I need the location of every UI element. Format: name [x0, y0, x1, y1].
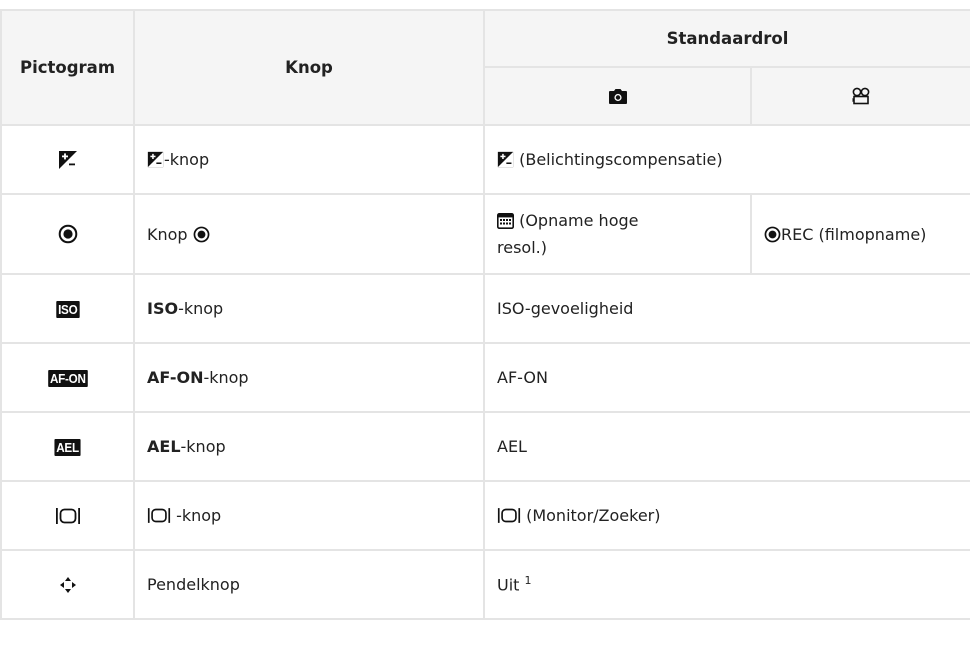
table-row: AF-ON AF-ON-knop AF-ON	[0, 342, 970, 413]
role-label: ISO-gevoeligheid	[497, 299, 634, 318]
knop-label: -knop	[180, 437, 226, 456]
role-cell: ISO-gevoeligheid	[483, 273, 970, 344]
knop-label: Pendelknop	[147, 575, 240, 594]
knop-label: -knop	[164, 150, 210, 169]
role-photo-label-2: resol.)	[497, 238, 547, 257]
monitor-viewfinder-icon	[55, 507, 80, 524]
header-standaardrol: Standaardrol	[483, 9, 970, 68]
button-function-table: Pictogram Knop Standaardrol -knop (Belic…	[0, 9, 970, 620]
high-res-shot-icon	[497, 213, 514, 229]
role-photo-label-1: (Opname hoge	[519, 211, 639, 230]
table-row: ISO ISO-knop ISO-gevoeligheid	[0, 273, 970, 344]
role-video-label: REC (filmopname)	[781, 224, 927, 244]
footnote-marker: 1	[524, 574, 532, 588]
role-cell: Uit 1	[483, 549, 970, 620]
knop-cell: -knop	[133, 480, 485, 551]
pictogram-cell	[0, 193, 135, 275]
multi-selector-icon	[59, 576, 76, 593]
knop-label: -knop	[178, 299, 224, 318]
knop-cell: ISO-knop	[133, 273, 485, 344]
role-photo-cell: (Opname hoge resol.)	[483, 193, 752, 275]
monitor-viewfinder-icon	[147, 508, 171, 523]
knop-bold: AF-ON	[147, 368, 204, 387]
role-label: Uit	[497, 575, 520, 595]
role-label: AF-ON	[497, 368, 548, 387]
knop-label: -knop	[203, 368, 249, 387]
pictogram-cell	[0, 480, 135, 551]
knop-cell: Pendelknop	[133, 549, 485, 620]
monitor-viewfinder-icon	[497, 508, 521, 523]
exposure-comp-icon	[147, 151, 164, 168]
header-photo	[483, 66, 752, 126]
exposure-comp-icon	[58, 150, 77, 169]
pictogram-cell: ISO	[0, 273, 135, 344]
role-label: (Belichtingscompensatie)	[519, 150, 723, 169]
header-pictogram: Pictogram	[0, 9, 135, 126]
video-camera-icon	[852, 87, 870, 105]
table-row: -knop (Belichtingscompensatie)	[0, 124, 970, 195]
pictogram-cell: AEL	[0, 411, 135, 482]
role-video-cell: REC (filmopname)	[750, 193, 970, 275]
knop-label: Knop	[147, 224, 188, 244]
header-video	[750, 66, 970, 126]
pictogram-cell	[0, 549, 135, 620]
role-label: AEL	[497, 437, 527, 456]
knop-cell: AF-ON-knop	[133, 342, 485, 413]
table-row: Pendelknop Uit 1	[0, 549, 970, 620]
knop-label: -knop	[171, 506, 222, 525]
header-knop: Knop	[133, 9, 485, 126]
knop-bold: ISO	[147, 299, 179, 318]
knop-bold: AEL	[147, 437, 181, 456]
record-icon	[193, 226, 210, 242]
af-on-icon: AF-ON	[47, 370, 88, 387]
knop-cell: -knop	[133, 124, 485, 195]
exposure-comp-icon	[497, 151, 514, 168]
role-cell: (Monitor/Zoeker)	[483, 480, 970, 551]
role-label: (Monitor/Zoeker)	[526, 506, 661, 525]
pictogram-cell	[0, 124, 135, 195]
role-cell: AF-ON	[483, 342, 970, 413]
iso-icon: ISO	[56, 301, 79, 318]
pictogram-cell: AF-ON	[0, 342, 135, 413]
table-row: Knop (Opname hoge resol.) REC (filmopnam…	[0, 193, 970, 275]
record-icon	[58, 224, 77, 244]
record-icon	[764, 226, 781, 242]
ael-icon: AEL	[54, 439, 81, 456]
table-row: AEL AEL-knop AEL	[0, 411, 970, 482]
knop-cell: AEL-knop	[133, 411, 485, 482]
knop-cell: Knop	[133, 193, 485, 275]
role-cell: AEL	[483, 411, 970, 482]
role-cell: (Belichtingscompensatie)	[483, 124, 970, 195]
camera-icon	[608, 88, 627, 104]
table-row: -knop (Monitor/Zoeker)	[0, 480, 970, 551]
